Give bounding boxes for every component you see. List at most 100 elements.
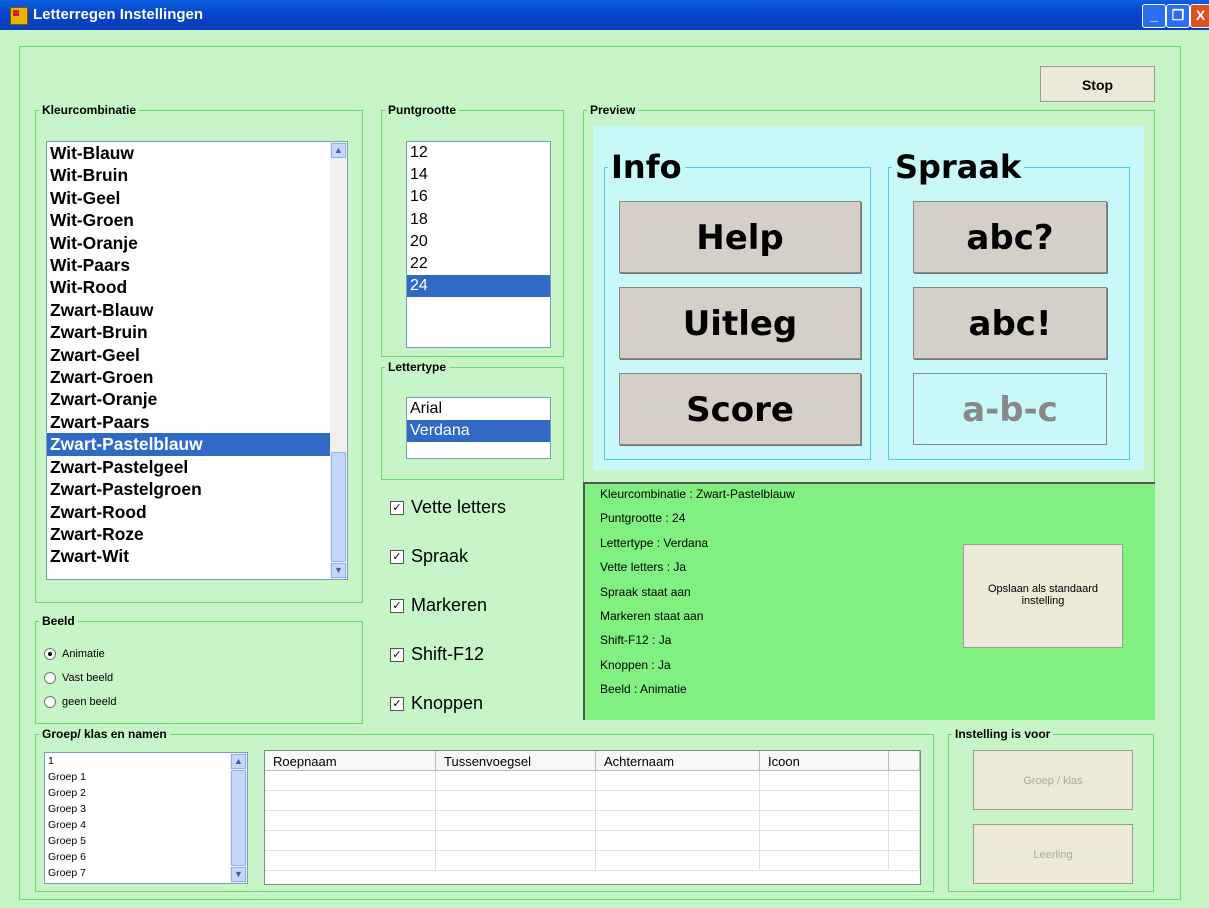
help-button[interactable]: Help <box>619 201 861 273</box>
scroll-down-icon[interactable]: ▼ <box>331 563 346 578</box>
checkbox-spraak[interactable]: ✓ Spraak <box>390 546 468 567</box>
groep-scrollbar[interactable]: ▲ ▼ <box>230 753 247 883</box>
list-item[interactable]: Zwart-Pastelblauw <box>47 433 347 456</box>
radio-dot[interactable] <box>44 648 56 661</box>
list-item[interactable]: Groep 3 <box>45 801 247 817</box>
checkbox-box[interactable]: ✓ <box>390 599 404 614</box>
minimize-button[interactable]: _ <box>1142 4 1166 28</box>
list-item[interactable]: 18 <box>407 209 550 231</box>
table-cell[interactable] <box>760 831 889 851</box>
list-item[interactable]: Zwart-Pastelgeel <box>47 456 347 478</box>
list-item[interactable]: 14 <box>407 164 550 186</box>
groep-listbox[interactable]: 1 Groep 1 Groep 2 Groep 3 Groep 4 Groep 5 Groe… <box>44 752 248 884</box>
list-item[interactable]: Arial <box>407 398 550 420</box>
table-row[interactable] <box>265 771 920 791</box>
list-item[interactable]: Groep 1 <box>45 769 247 785</box>
table-cell[interactable] <box>889 811 920 831</box>
list-item[interactable]: 24 <box>407 275 550 298</box>
puntgrootte-listbox[interactable]: 12 14 16 18 20 22 24 <box>406 141 551 348</box>
list-item[interactable]: Wit-Oranje <box>47 232 347 254</box>
leerling-button[interactable]: Leerling <box>973 824 1133 884</box>
table-row[interactable] <box>265 851 920 871</box>
scroll-thumb[interactable] <box>231 770 246 866</box>
checkbox-markeren[interactable]: ✓ Markeren <box>390 595 487 616</box>
scroll-down-icon[interactable]: ▼ <box>231 867 246 882</box>
list-item[interactable]: 16 <box>407 186 550 208</box>
column-header-roepnaam[interactable]: Roepnaam <box>265 751 436 771</box>
radio-vast-beeld[interactable]: Vast beeld <box>44 672 113 685</box>
table-cell[interactable] <box>596 771 760 791</box>
list-item[interactable]: Zwart-Roze <box>47 523 347 545</box>
list-item[interactable]: Wit-Geel <box>47 187 347 209</box>
checkbox-box[interactable]: ✓ <box>390 697 404 712</box>
checkbox-box[interactable]: ✓ <box>390 648 404 663</box>
table-cell[interactable] <box>265 771 436 791</box>
radio-animatie[interactable]: Animatie <box>44 648 105 661</box>
table-cell[interactable] <box>596 811 760 831</box>
table-cell[interactable] <box>596 831 760 851</box>
list-item[interactable]: Zwart-Rood <box>47 501 347 523</box>
scroll-up-icon[interactable]: ▲ <box>231 754 246 769</box>
table-cell[interactable] <box>760 771 889 791</box>
table-cell[interactable] <box>436 851 596 871</box>
list-item[interactable]: Wit-Blauw <box>47 142 347 164</box>
kleur-scrollbar[interactable]: ▲ ▼ <box>330 142 347 579</box>
table-cell[interactable] <box>889 771 920 791</box>
table-cell[interactable] <box>436 831 596 851</box>
list-item[interactable]: 20 <box>407 231 550 253</box>
table-row[interactable] <box>265 791 920 811</box>
table-cell[interactable] <box>265 851 436 871</box>
checkbox-box[interactable]: ✓ <box>390 501 404 516</box>
table-cell[interactable] <box>436 771 596 791</box>
list-item[interactable]: Groep 2 <box>45 785 247 801</box>
radio-dot[interactable] <box>44 672 56 685</box>
column-header-achternaam[interactable]: Achternaam <box>596 751 760 771</box>
names-grid[interactable]: Roepnaam Tussenvoegsel Achternaam Icoon <box>264 750 921 885</box>
table-row[interactable] <box>265 831 920 851</box>
table-cell[interactable] <box>265 791 436 811</box>
list-item[interactable]: 12 <box>407 142 550 164</box>
groep-klas-button[interactable]: Groep / klas <box>973 750 1133 810</box>
stop-button[interactable]: Stop <box>1040 66 1155 102</box>
checkbox-vette-letters[interactable]: ✓ Vette letters <box>390 497 506 518</box>
column-header-tussenvoegsel[interactable]: Tussenvoegsel <box>436 751 596 771</box>
list-item[interactable]: Zwart-Groen <box>47 366 347 388</box>
list-item[interactable]: Zwart-Wit <box>47 545 347 567</box>
list-item[interactable]: Wit-Rood <box>47 276 347 298</box>
scroll-up-icon[interactable]: ▲ <box>331 143 346 158</box>
list-item[interactable]: Zwart-Paars <box>47 411 347 433</box>
table-cell[interactable] <box>760 791 889 811</box>
list-item[interactable]: Verdana <box>407 420 550 442</box>
table-cell[interactable] <box>265 811 436 831</box>
table-cell[interactable] <box>760 811 889 831</box>
list-item[interactable]: Zwart-Blauw <box>47 299 347 321</box>
list-item[interactable]: Wit-Bruin <box>47 164 347 186</box>
column-header-icoon[interactable]: Icoon <box>760 751 889 771</box>
table-cell[interactable] <box>436 811 596 831</box>
table-cell[interactable] <box>596 851 760 871</box>
radio-dot[interactable] <box>44 696 56 709</box>
kleurcombinatie-listbox[interactable]: Wit-Blauw Wit-Bruin Wit-Geel Wit-Groen Wit-O… <box>46 141 348 580</box>
table-cell[interactable] <box>889 851 920 871</box>
abc-question-button[interactable]: abc? <box>913 201 1107 273</box>
save-default-button[interactable]: Opslaan als standaard instelling <box>963 544 1123 648</box>
table-cell[interactable] <box>596 791 760 811</box>
table-row[interactable] <box>265 811 920 831</box>
abc-exclaim-button[interactable]: abc! <box>913 287 1107 359</box>
table-cell[interactable] <box>889 831 920 851</box>
close-button[interactable]: X <box>1190 4 1209 28</box>
table-cell[interactable] <box>436 791 596 811</box>
list-item[interactable]: Groep 5 <box>45 833 247 849</box>
checkbox-knoppen[interactable]: ✓ Knoppen <box>390 693 483 714</box>
radio-geen-beeld[interactable]: geen beeld <box>44 696 116 709</box>
list-item[interactable]: 22 <box>407 253 550 275</box>
checkbox-shift-f12[interactable]: ✓ Shift-F12 <box>390 644 484 665</box>
table-cell[interactable] <box>889 791 920 811</box>
lettertype-listbox[interactable]: Arial Verdana <box>406 397 551 459</box>
table-cell[interactable] <box>760 851 889 871</box>
list-item[interactable]: Wit-Paars <box>47 254 347 276</box>
checkbox-box[interactable]: ✓ <box>390 550 404 565</box>
list-item[interactable]: Zwart-Geel <box>47 344 347 366</box>
scroll-thumb[interactable] <box>331 452 346 562</box>
uitleg-button[interactable]: Uitleg <box>619 287 861 359</box>
